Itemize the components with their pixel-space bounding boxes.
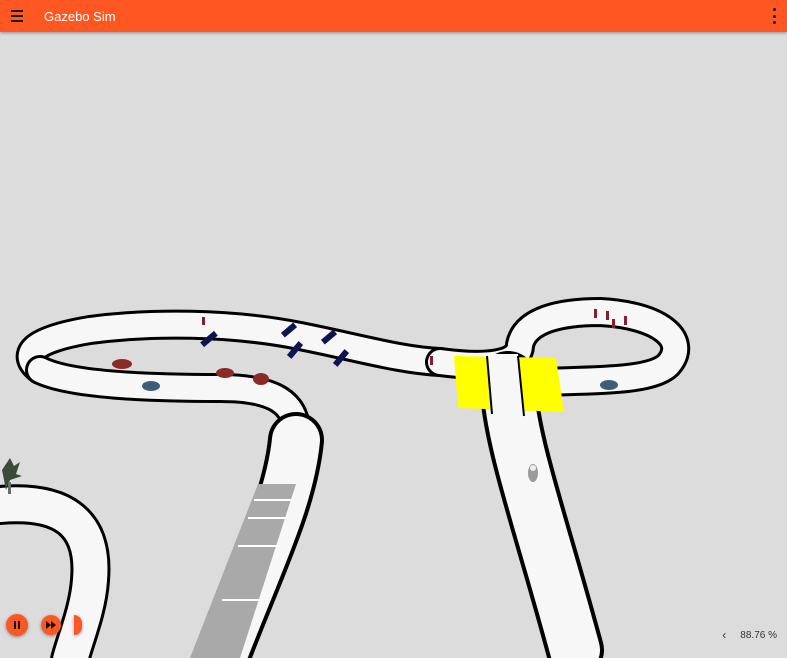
pylon [624, 316, 627, 325]
hamburger-menu-icon[interactable] [0, 0, 34, 32]
kebab-menu-icon[interactable] [771, 8, 777, 24]
pylon [594, 309, 597, 318]
real-time-factor: ‹ 88.76 % [722, 628, 777, 642]
car-red [112, 359, 132, 369]
pause-icon [14, 621, 20, 629]
fast-forward-icon [46, 621, 56, 629]
step-button[interactable] [41, 615, 61, 635]
crosswalk [454, 354, 564, 417]
pylon [202, 317, 205, 325]
chevron-left-icon[interactable]: ‹ [722, 628, 726, 642]
car-red [216, 368, 234, 378]
3d-scene-viewport[interactable]: ‹ 88.76 % [0, 32, 787, 658]
scene-render [0, 297, 691, 658]
pause-button[interactable] [6, 614, 28, 636]
top-app-bar: Gazebo Sim [0, 0, 787, 32]
app-title: Gazebo Sim [44, 8, 116, 24]
car-red [253, 373, 269, 385]
pylon [612, 319, 615, 328]
car-blue [142, 381, 160, 391]
car-blue [600, 380, 618, 390]
real-time-factor-value: 88.76 % [740, 629, 777, 641]
pylon [606, 311, 609, 320]
pylon [430, 356, 433, 365]
